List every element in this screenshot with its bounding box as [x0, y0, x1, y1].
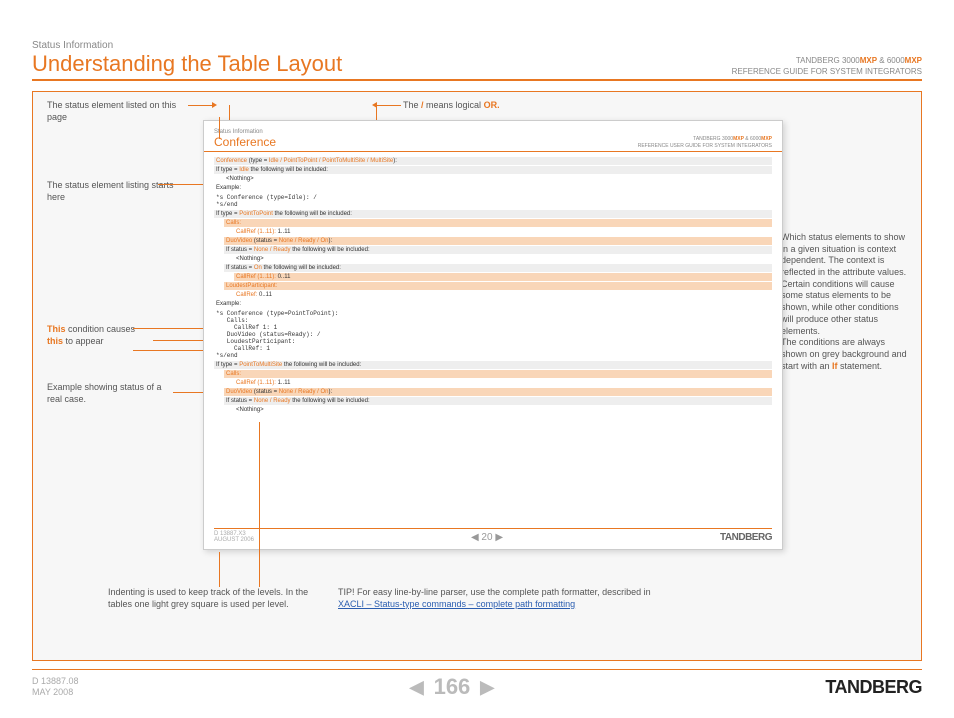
- page-title: Understanding the Table Layout: [32, 51, 342, 77]
- inner-product-ident: TANDBERG 3000MXP & 6000MXP REFERENCE USE…: [638, 136, 772, 149]
- page-header: Status Information Understanding the Tab…: [32, 40, 922, 81]
- inner-footer: D 13887.X3 AUGUST 2006 ◀ 20 ▶ TANDBERG: [214, 528, 772, 543]
- page-number: 166: [434, 674, 471, 700]
- content-frame: The status element listed on this page T…: [32, 91, 922, 661]
- callout-example: Example showing status of a real case.: [47, 382, 177, 405]
- inner-brand: TANDBERG: [720, 532, 772, 543]
- breadcrumb: Status Information: [32, 40, 342, 51]
- callout-status-element-listed: The status element listed on this page: [47, 100, 187, 123]
- callout-tip: TIP! For easy line-by-line parser, use t…: [338, 587, 698, 610]
- product-ident: TANDBERG 3000MXP & 6000MXP REFERENCE GUI…: [732, 56, 922, 77]
- status-table: Conference (type = Idle / PointToPoint /…: [204, 152, 782, 419]
- inner-title: Conference: [214, 135, 276, 149]
- callout-this-condition: This condition causes this to appear: [47, 324, 147, 347]
- brand-logo: TANDBERG: [825, 677, 922, 698]
- doc-id: D 13887.08 MAY 2008: [32, 676, 79, 698]
- callout-context: Which status elements to show in a given…: [781, 232, 911, 372]
- next-page-icon[interactable]: ▶: [480, 677, 494, 698]
- prev-page-icon[interactable]: ◀: [410, 677, 424, 698]
- nested-page: Status Information Conference TANDBERG 3…: [203, 120, 783, 550]
- inner-pager: ◀ 20 ▶: [471, 532, 503, 543]
- callout-indenting: Indenting is used to keep track of the l…: [108, 587, 328, 610]
- page-pager[interactable]: ◀ 166 ▶: [410, 674, 494, 700]
- callout-or: The / means logical OR.: [403, 100, 500, 112]
- xacli-link[interactable]: XACLI – Status-type commands – complete …: [338, 599, 575, 609]
- page-footer: D 13887.08 MAY 2008 ◀ 166 ▶ TANDBERG: [32, 669, 922, 700]
